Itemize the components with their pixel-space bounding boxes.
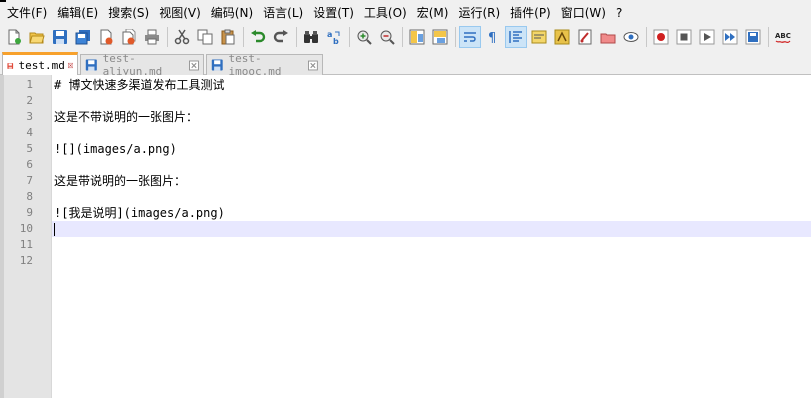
text-line[interactable] (52, 157, 811, 173)
line-number: 1 (26, 78, 33, 91)
text-line[interactable] (52, 253, 811, 269)
record-macro-icon[interactable] (650, 26, 672, 48)
menu-settings[interactable]: 设置(T) (308, 0, 359, 24)
menu-plugins[interactable]: 插件(P) (505, 0, 556, 24)
redo-icon[interactable] (270, 26, 292, 48)
current-line[interactable] (52, 221, 811, 237)
replace-icon[interactable]: ab (323, 26, 345, 48)
text-line[interactable]: 这是不带说明的一张图片： (52, 109, 811, 125)
menu-file[interactable]: 文件(F) (2, 0, 52, 24)
copy-icon[interactable] (194, 26, 216, 48)
line-number: 7 (26, 174, 33, 187)
notepadpp-window: 文件(F) 编辑(E) 搜索(S) 视图(V) 编码(N) 语言(L) 设置(T… (0, 0, 811, 398)
undo-icon[interactable] (247, 26, 269, 48)
text-line[interactable] (52, 125, 811, 141)
function-list-icon[interactable] (551, 26, 573, 48)
saved-file-icon (85, 59, 97, 71)
unsaved-file-icon (7, 62, 14, 69)
svg-text:¶: ¶ (488, 31, 496, 45)
zoom-in-icon[interactable] (353, 26, 375, 48)
line-number: 4 (26, 126, 33, 139)
menu-search[interactable]: 搜索(S) (103, 0, 154, 24)
menu-language[interactable]: 语言(L) (258, 0, 308, 24)
text-line[interactable]: 这是带说明的一张图片： (52, 173, 811, 189)
doc-switcher-icon[interactable] (597, 26, 619, 48)
play-macro-icon[interactable] (696, 26, 718, 48)
print-icon[interactable] (141, 26, 163, 48)
text-line[interactable] (52, 189, 811, 205)
folder-as-workspace-icon[interactable] (574, 26, 596, 48)
close-tab-icon[interactable] (308, 60, 318, 71)
menu-view[interactable]: 视图(V) (154, 0, 206, 24)
stop-record-icon[interactable] (673, 26, 695, 48)
line-number: 6 (26, 158, 33, 171)
monitoring-icon[interactable] (620, 26, 642, 48)
menu-edit[interactable]: 编辑(E) (52, 0, 103, 24)
indent-guide-icon[interactable] (505, 26, 527, 48)
line-number: 8 (26, 190, 33, 203)
menu-tools[interactable]: 工具(O) (359, 0, 412, 24)
run-macro-multiple-icon[interactable] (719, 26, 741, 48)
line-number: 12 (19, 254, 33, 267)
close-icon[interactable] (95, 26, 117, 48)
editor-area[interactable]: 1 2 3 4 5 6 7 8 9 10 11 12 # 博文快速多渠道发布工具… (0, 75, 811, 398)
tab-bar: test.md test-aliyun.md test-imooc.md (0, 51, 811, 78)
menu-macro[interactable]: 宏(M) (412, 0, 454, 24)
saved-file-icon (211, 59, 223, 71)
svg-text:a: a (327, 30, 332, 39)
line-number: 3 (26, 110, 33, 123)
text-caret (54, 223, 55, 236)
spell-check-icon[interactable]: ABC (772, 26, 794, 48)
tab-label: test.md (18, 59, 65, 72)
text-line[interactable] (52, 237, 811, 253)
line-number-gutter: 1 2 3 4 5 6 7 8 9 10 11 12 (0, 75, 52, 398)
doc-map-icon[interactable] (528, 26, 550, 48)
save-icon[interactable] (49, 26, 71, 48)
line-number: 10 (19, 222, 33, 235)
spell-check-label: ABC (775, 32, 791, 40)
close-tab-icon[interactable] (67, 60, 73, 71)
text-line[interactable]: # 博文快速多渠道发布工具测试 (52, 77, 811, 93)
close-tab-icon[interactable] (189, 60, 199, 71)
open-file-icon[interactable] (26, 26, 48, 48)
save-macro-icon[interactable] (742, 26, 764, 48)
text-area[interactable]: # 博文快速多渠道发布工具测试 这是不带说明的一张图片： ![](images/… (52, 75, 811, 398)
menu-encoding[interactable]: 编码(N) (206, 0, 258, 24)
menu-help[interactable]: ? (611, 0, 627, 24)
svg-text:b: b (333, 37, 339, 45)
tab-test-imooc-md[interactable]: test-imooc.md (206, 52, 323, 78)
line-number: 2 (26, 94, 33, 107)
line-number: 5 (26, 142, 33, 155)
find-icon[interactable] (300, 26, 322, 48)
close-all-icon[interactable] (118, 26, 140, 48)
show-all-chars-icon[interactable]: ¶ (482, 26, 504, 48)
text-line[interactable]: ![](images/a.png) (52, 141, 811, 157)
menu-run[interactable]: 运行(R) (453, 0, 505, 24)
line-number: 11 (19, 238, 33, 251)
toolbar: ab ¶ ABC (0, 24, 811, 50)
zoom-out-icon[interactable] (376, 26, 398, 48)
menu-window[interactable]: 窗口(W) (556, 0, 611, 24)
window-edge (0, 0, 6, 2)
save-all-icon[interactable] (72, 26, 94, 48)
sync-vertical-icon[interactable] (406, 26, 428, 48)
text-line[interactable]: ![我是说明](images/a.png) (52, 205, 811, 221)
tab-test-md[interactable]: test.md (2, 52, 78, 76)
line-number: 9 (26, 206, 33, 219)
text-line[interactable] (52, 93, 811, 109)
sync-horizontal-icon[interactable] (429, 26, 451, 48)
word-wrap-icon[interactable] (459, 26, 481, 48)
new-file-icon[interactable] (3, 26, 25, 48)
tab-test-aliyun-md[interactable]: test-aliyun.md (80, 52, 204, 78)
menu-bar: 文件(F) 编辑(E) 搜索(S) 视图(V) 编码(N) 语言(L) 设置(T… (0, 0, 811, 24)
paste-icon[interactable] (217, 26, 239, 48)
cut-icon[interactable] (171, 26, 193, 48)
